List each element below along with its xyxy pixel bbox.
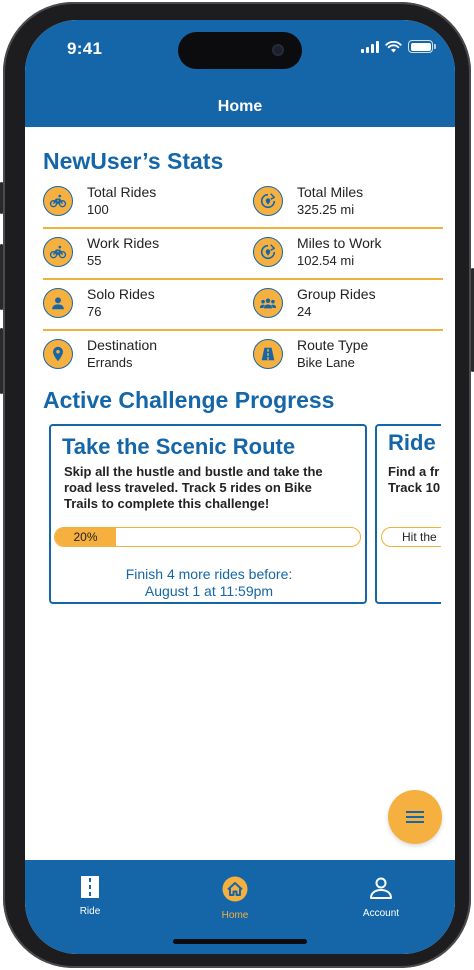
stat-total-rides: Total Rides 100 xyxy=(43,184,156,218)
stat-total-miles: Total Miles 325.25 mi xyxy=(253,184,363,218)
challenge-action-button[interactable]: Hit the xyxy=(381,527,441,547)
battery-icon xyxy=(408,40,436,53)
stat-row: Work Rides 55 Miles to Work 102.54 mi xyxy=(43,231,443,280)
stat-value: 100 xyxy=(87,202,109,217)
challenge-card[interactable]: Take the Scenic Route Skip all the hustl… xyxy=(49,424,367,604)
tab-home[interactable]: Home xyxy=(190,876,280,921)
challenge-progress-bar: 20% xyxy=(54,527,361,547)
challenge-carousel[interactable]: Take the Scenic Route Skip all the hustl… xyxy=(49,424,441,608)
stat-label: Miles to Work xyxy=(297,235,382,251)
stat-label: Solo Rides xyxy=(87,286,155,302)
tab-account[interactable]: Account xyxy=(336,876,426,919)
person-icon xyxy=(43,288,73,318)
deadline-line-2: August 1 at 11:59pm xyxy=(144,583,274,599)
tab-ride[interactable]: Ride xyxy=(45,876,135,917)
challenge-description: Skip all the hustle and bustle and take … xyxy=(64,464,323,511)
stat-label: Route Type xyxy=(297,337,369,353)
menu-fab-button[interactable] xyxy=(388,790,442,844)
camera-icon xyxy=(272,44,284,56)
stat-route-type: Route Type Bike Lane xyxy=(253,337,368,371)
road-icon xyxy=(253,339,283,369)
challenge-deadline: Finish 4 more rides before: August 1 at … xyxy=(51,566,367,600)
bike-icon xyxy=(43,237,73,267)
stat-value: 102.54 mi xyxy=(297,253,355,268)
status-icons xyxy=(361,40,436,53)
cellular-signal-icon xyxy=(361,40,379,53)
stat-label: Destination xyxy=(87,337,158,353)
route-icon xyxy=(253,186,283,216)
page-title: Home xyxy=(217,98,263,115)
deadline-line-1: Finish 4 more rides before: xyxy=(125,566,293,582)
challenge-description: Find a fr Track 10 xyxy=(388,464,441,496)
tab-label: Account xyxy=(362,908,400,919)
stat-miles-to-work: Miles to Work 102.54 mi xyxy=(253,235,382,269)
stat-value: Bike Lane xyxy=(297,355,355,370)
route-icon xyxy=(253,237,283,267)
dynamic-island xyxy=(178,32,302,69)
challenge-card[interactable]: Ride Find a fr Track 10 Hit the xyxy=(375,424,441,604)
stats-title: NewUser’s Stats xyxy=(43,148,224,174)
stat-label: Work Rides xyxy=(87,235,160,251)
volume-down-button xyxy=(0,328,3,394)
stat-solo-rides: Solo Rides 76 xyxy=(43,286,155,320)
stats-grid: Total Rides 100 Total Miles 325.25 mi Work… xyxy=(43,180,443,382)
stat-value: 55 xyxy=(87,253,102,268)
stat-label: Group Rides xyxy=(297,286,376,302)
mute-switch xyxy=(0,182,3,214)
tab-label: Home xyxy=(221,910,249,921)
home-icon xyxy=(222,876,248,902)
stat-row: Solo Rides 76 Group Rides 24 xyxy=(43,282,443,331)
challenges-title: Active Challenge Progress xyxy=(43,387,335,413)
stat-label: Total Rides xyxy=(87,184,157,200)
phone-frame: 9:41 Home NewUser’s Stats Total Rides 100 xyxy=(0,2,474,968)
account-icon xyxy=(370,877,392,899)
stat-label: Total Miles xyxy=(297,184,364,200)
wifi-icon xyxy=(385,40,402,52)
status-time: 9:41 xyxy=(67,39,103,58)
stat-row: Total Rides 100 Total Miles 325.25 mi xyxy=(43,180,443,229)
bike-icon xyxy=(43,186,73,216)
app-header: 9:41 Home xyxy=(25,20,455,127)
tab-label: Ride xyxy=(79,906,101,917)
road-icon xyxy=(81,876,99,898)
description-line-1: Find a fr xyxy=(388,464,440,479)
screen: 9:41 Home NewUser’s Stats Total Rides 100 xyxy=(25,20,455,954)
stat-group-rides: Group Rides 24 xyxy=(253,286,376,320)
location-pin-icon xyxy=(43,339,73,369)
home-indicator xyxy=(173,939,307,944)
stat-value: 325.25 mi xyxy=(297,202,355,217)
stat-value: 76 xyxy=(87,304,102,319)
volume-up-button xyxy=(0,244,3,310)
stat-destination: Destination Errands xyxy=(43,337,157,371)
group-icon xyxy=(253,288,283,318)
stat-work-rides: Work Rides 55 xyxy=(43,235,159,269)
description-line-2: Track 10 xyxy=(388,480,441,495)
stat-value: 24 xyxy=(297,304,312,319)
stat-row: Destination Errands Route Type Bike Lane xyxy=(43,333,443,380)
progress-label: 20% xyxy=(73,530,98,544)
menu-icon xyxy=(406,811,424,823)
challenge-title: Ride xyxy=(388,430,436,455)
challenge-title: Take the Scenic Route xyxy=(62,434,296,459)
stat-value: Errands xyxy=(87,355,133,370)
